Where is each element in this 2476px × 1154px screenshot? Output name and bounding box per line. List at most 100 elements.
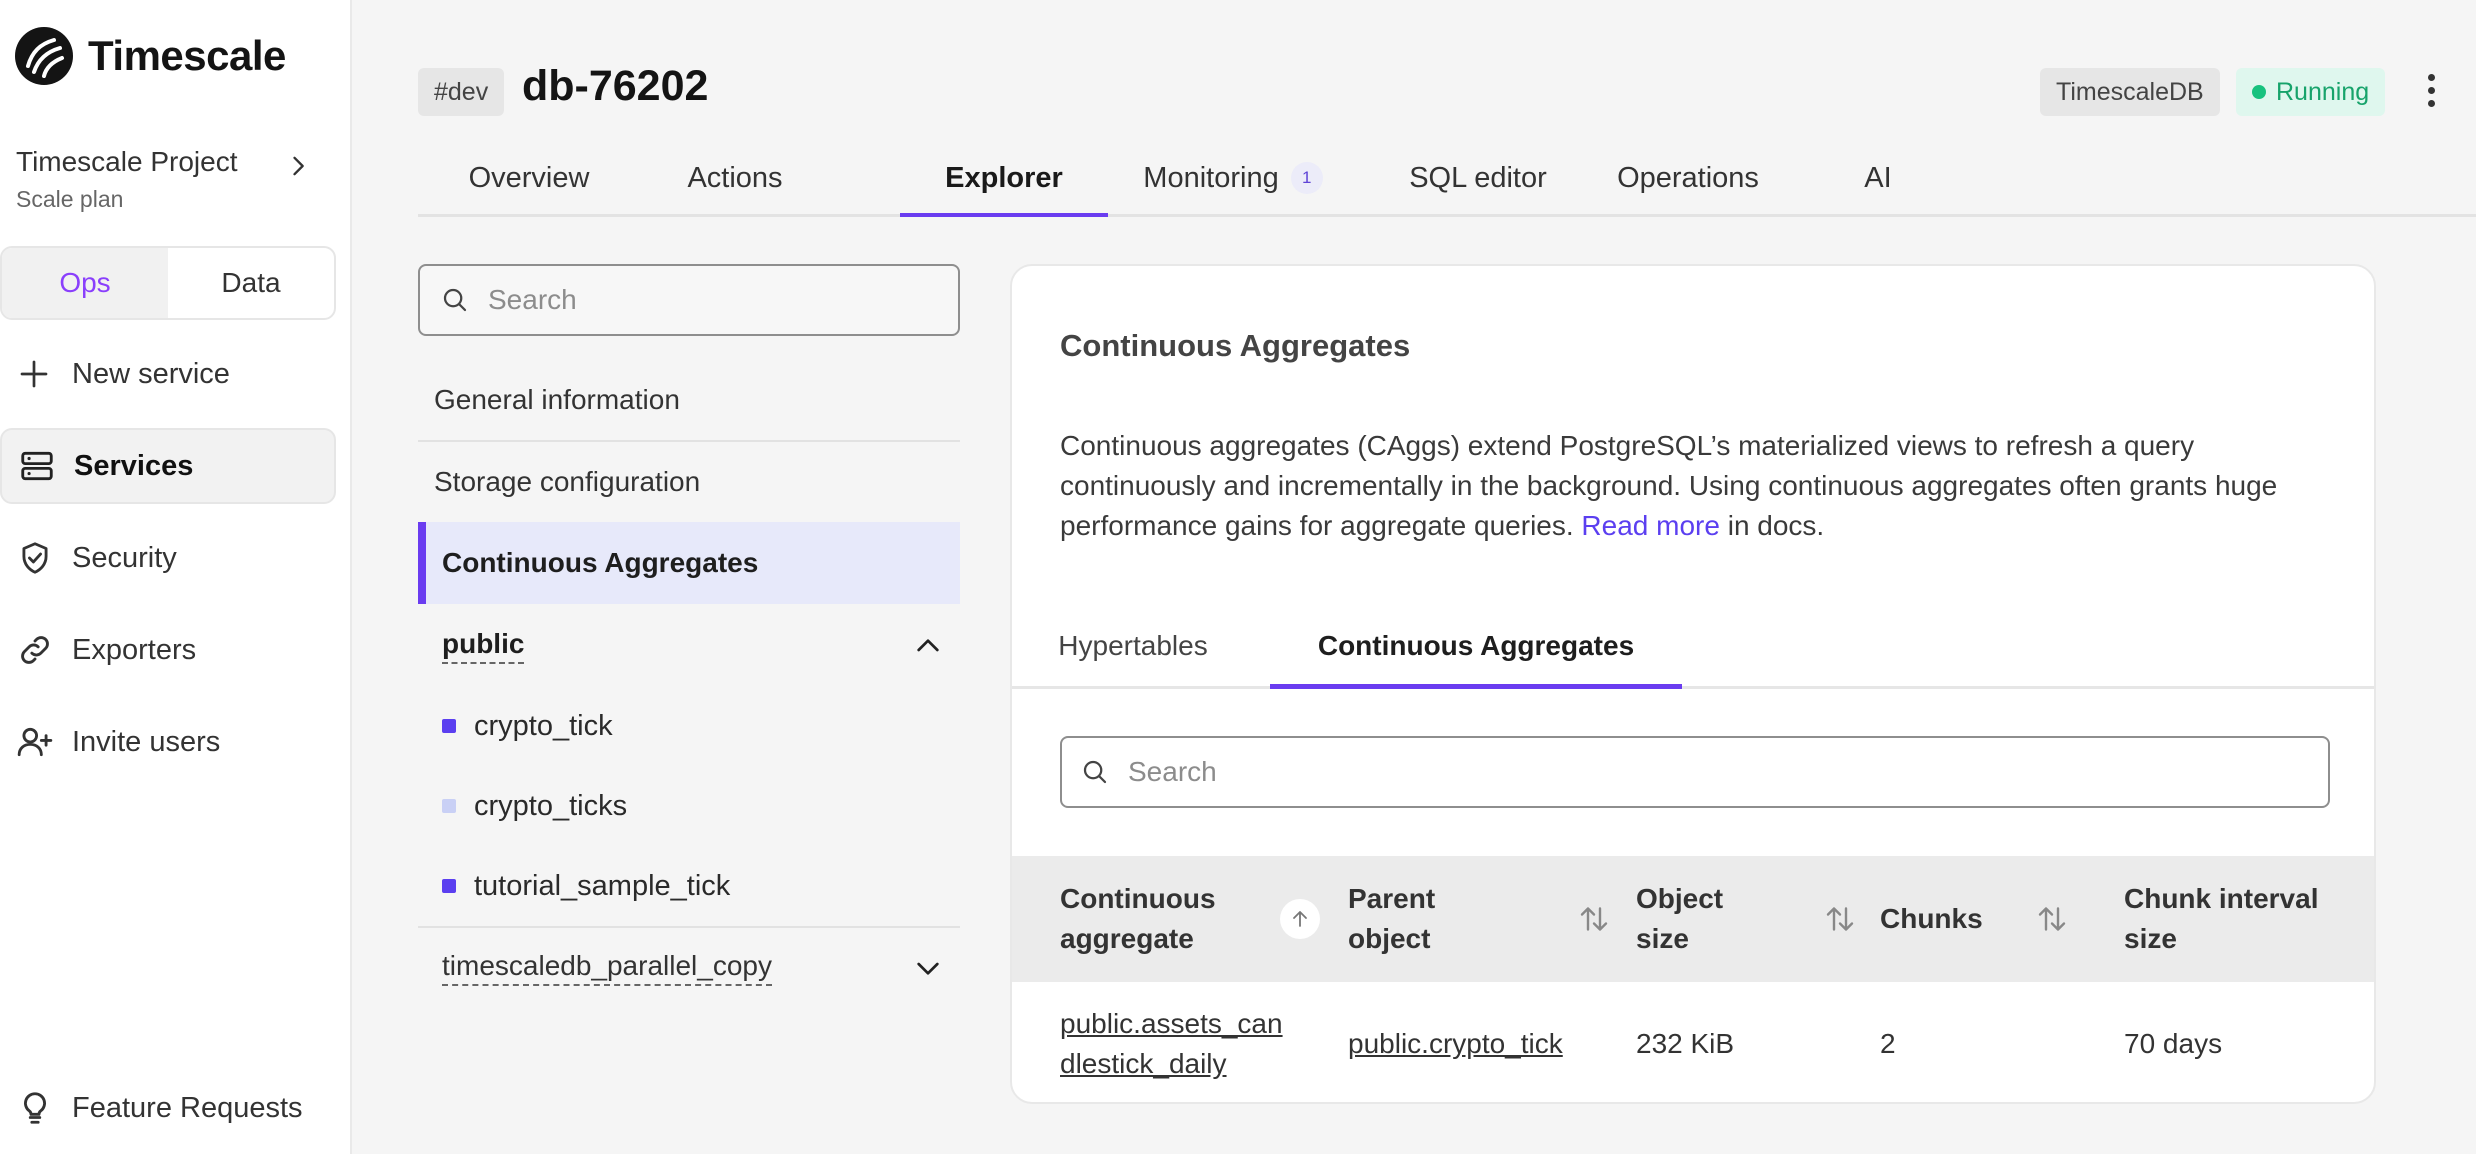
continuous-aggregates-panel: Continuous Aggregates Continuous aggrega… <box>1010 264 2376 1104</box>
tab-operations[interactable]: Operations <box>1578 142 1798 214</box>
tab-monitoring-label: Monitoring <box>1143 161 1279 194</box>
explorer-search-input[interactable] <box>486 283 930 317</box>
timescale-logo-icon <box>15 27 73 85</box>
column-header-chunks[interactable]: Chunks <box>1880 856 2070 982</box>
table-name: tutorial_sample_tick <box>474 869 731 902</box>
aggregate-name-part: public.assets_can <box>1060 1008 1283 1039</box>
sidebar-item-label: New service <box>72 357 230 390</box>
user-plus-icon <box>16 723 56 761</box>
sidebar-item-exporters[interactable]: Exporters <box>0 612 336 688</box>
schema-timescaledb-parallel-copy-header[interactable]: timescaledb_parallel_copy <box>418 928 960 1008</box>
table-row: public.assets_can dlestick_daily public.c… <box>1012 982 2374 1102</box>
status-badge: Running <box>2236 68 2386 116</box>
tab-ai[interactable]: AI <box>1818 142 1938 214</box>
sidebar-item-services[interactable]: Services <box>0 428 336 504</box>
tab-monitoring[interactable]: Monitoring 1 <box>1108 142 1358 214</box>
sidebar-item-new-service[interactable]: New service <box>0 336 336 412</box>
parent-object-link[interactable]: public.crypto_tick <box>1348 982 1608 1102</box>
panel-description: Continuous aggregates (CAggs) extend Pos… <box>1060 426 2320 546</box>
table-header: Continuous aggregate Parent object Objec… <box>1012 856 2374 982</box>
explorer-nav-general-information[interactable]: General information <box>418 360 960 442</box>
sidebar-item-invite-users[interactable]: Invite users <box>0 704 336 780</box>
table-name: crypto_tick <box>474 709 613 742</box>
sidebar-item-label: Exporters <box>72 633 197 666</box>
sort-ascending-icon[interactable] <box>1280 899 1320 939</box>
sort-icon[interactable] <box>2034 901 2070 937</box>
explorer-nav-continuous-aggregates[interactable]: Continuous Aggregates <box>418 522 960 604</box>
column-header-parent-object[interactable]: Parent object <box>1348 856 1612 982</box>
chunks-cell: 2 <box>1880 1028 1896 1059</box>
aggregate-name-link[interactable]: public.assets_can dlestick_daily <box>1060 982 1300 1102</box>
feature-requests-link[interactable]: Feature Requests <box>0 1070 336 1146</box>
schema-public-name: public <box>442 628 525 664</box>
shield-check-icon <box>16 539 56 577</box>
hypertable-marker-icon <box>442 719 456 733</box>
explorer-search-field <box>418 264 960 336</box>
mode-toggle: Ops Data <box>0 246 336 320</box>
link-icon <box>16 631 56 669</box>
monitoring-count-badge: 1 <box>1290 162 1323 194</box>
sidebar-item-security[interactable]: Security <box>0 520 336 596</box>
more-options-icon[interactable] <box>2428 74 2435 107</box>
env-badge: #dev <box>418 68 505 116</box>
chunk-interval-cell: 70 days <box>2124 1028 2223 1059</box>
brand-name: Timescale <box>88 32 286 79</box>
column-header-label: Object size <box>1636 883 1724 954</box>
column-header-continuous-aggregate[interactable]: Continuous aggregate <box>1060 856 1320 982</box>
project-name: Timescale Project <box>16 146 238 177</box>
explorer-nav-storage-configuration[interactable]: Storage configuration <box>418 442 960 522</box>
engine-badge: TimescaleDB <box>2040 68 2220 116</box>
table-marker-icon <box>442 799 456 813</box>
read-more-link[interactable]: Read more <box>1581 510 1720 541</box>
chevron-down-icon <box>917 962 939 975</box>
sidebar-item-label: Invite users <box>72 725 221 758</box>
tab-actions[interactable]: Actions <box>640 142 830 214</box>
sidebar: Timescale Timescale Project Scale plan O… <box>0 0 352 1154</box>
description-suffix: in docs. <box>1719 510 1825 541</box>
column-header-label: Continuous aggregate <box>1060 883 1216 954</box>
column-header-chunk-interval-size[interactable]: Chunk interval size <box>2124 856 2344 982</box>
search-icon <box>1083 760 1107 784</box>
sidebar-item-label: Security <box>72 541 177 574</box>
column-header-label: Chunks <box>1880 903 1983 934</box>
tab-sql-editor[interactable]: SQL editor <box>1378 142 1578 214</box>
data-toggle-button[interactable]: Data <box>168 248 334 318</box>
aggregates-search-input[interactable] <box>1126 755 2230 789</box>
aggregate-name-part: dlestick_daily <box>1060 1048 1227 1079</box>
page-title: db-76202 <box>522 62 709 110</box>
lightbulb-icon <box>16 1089 56 1127</box>
chevron-right-icon <box>293 156 304 176</box>
panel-tabs: Hypertables Continuous Aggregates <box>1012 606 2374 689</box>
ops-toggle-button[interactable]: Ops <box>2 248 168 318</box>
status-dot-icon <box>2252 85 2266 99</box>
column-header-label: Chunk interval size <box>2124 883 2319 954</box>
tab-overview[interactable]: Overview <box>418 142 640 214</box>
table-item-tutorial-sample-tick[interactable]: tutorial_sample_tick <box>442 856 730 916</box>
project-plan: Scale plan <box>16 186 124 212</box>
plus-icon <box>16 356 56 392</box>
search-icon <box>443 288 467 312</box>
main-content: #dev db-76202 TimescaleDB Running Overvi… <box>352 0 2476 1154</box>
table-item-crypto-tick[interactable]: crypto_tick <box>442 696 613 756</box>
sort-icon[interactable] <box>1822 901 1858 937</box>
object-size-cell: 232 KiB <box>1636 1028 1735 1059</box>
sort-icon[interactable] <box>1576 901 1612 937</box>
schema-timescaledb-parallel-copy-name: timescaledb_parallel_copy <box>442 950 772 986</box>
project-switcher[interactable]: Timescale Project Scale plan <box>16 146 316 213</box>
column-header-object-size[interactable]: Object size <box>1636 856 1858 982</box>
feature-requests-label: Feature Requests <box>72 1091 303 1124</box>
schema-public-header[interactable]: public <box>418 606 960 686</box>
panel-title: Continuous Aggregates <box>1060 328 1411 363</box>
status-text: Running <box>2276 77 2370 106</box>
column-header-label: Parent object <box>1348 883 1436 954</box>
brand-logo[interactable]: Timescale <box>14 26 286 86</box>
tab-hypertables[interactable]: Hypertables <box>1058 606 1207 686</box>
tab-continuous-aggregates[interactable]: Continuous Aggregates <box>1270 606 1682 689</box>
chevron-up-icon <box>917 639 939 652</box>
sidebar-item-label: Services <box>74 449 194 482</box>
tab-explorer[interactable]: Explorer <box>900 142 1108 217</box>
table-item-crypto-ticks[interactable]: crypto_ticks <box>442 776 627 836</box>
table-name: crypto_ticks <box>474 789 628 822</box>
server-icon <box>18 447 58 485</box>
hypertable-marker-icon <box>442 879 456 893</box>
